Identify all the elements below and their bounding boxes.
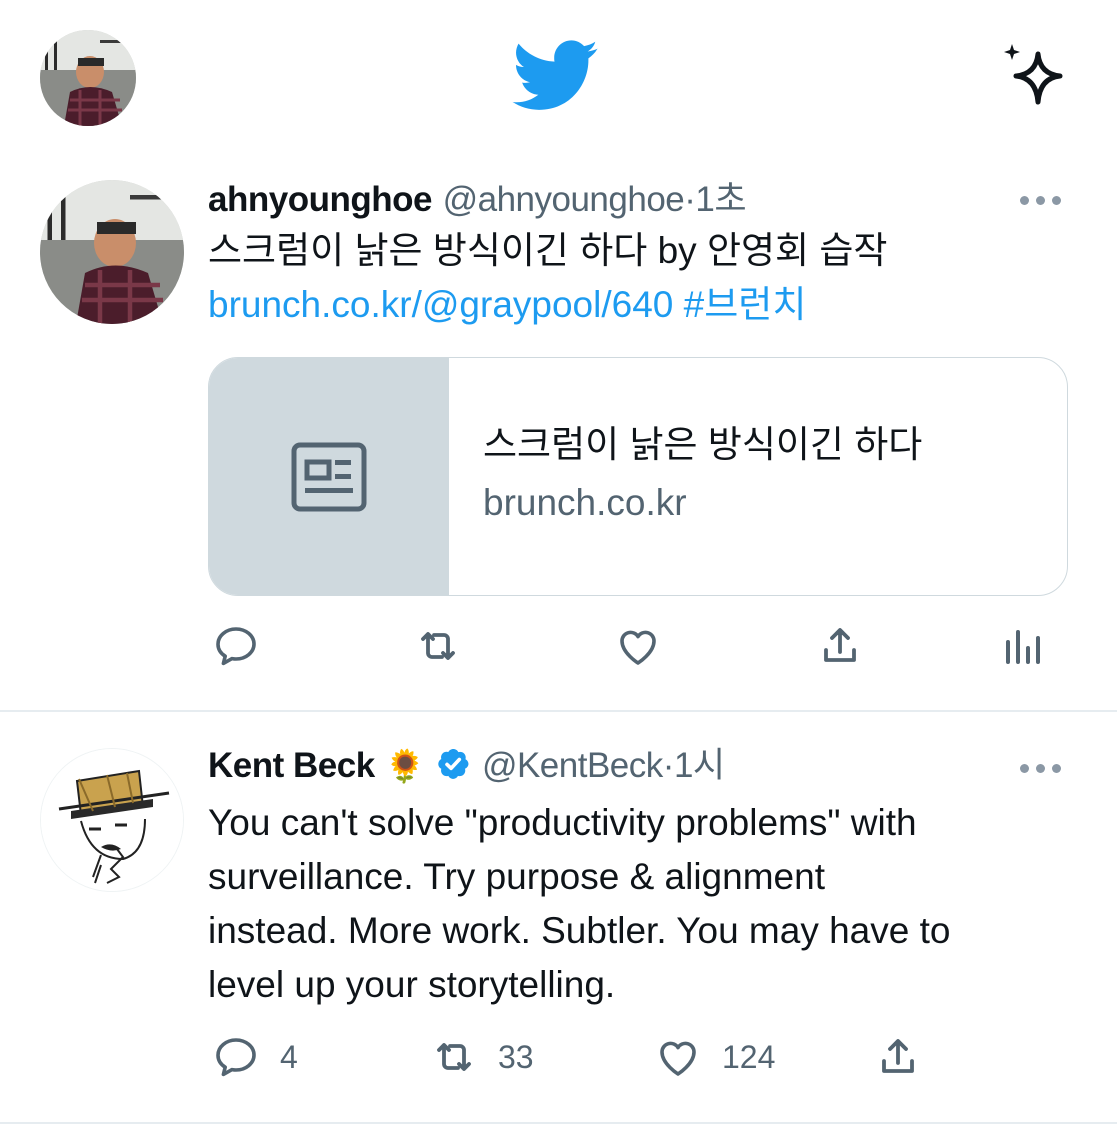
author-name[interactable]: Kent Beck bbox=[208, 746, 375, 785]
reply-count: 4 bbox=[280, 1038, 298, 1075]
tweet-text-line: 스크럼이 낡은 방식이긴 하다 by 안영회 습작 bbox=[208, 230, 888, 271]
share-button[interactable] bbox=[874, 1033, 922, 1081]
verified-badge-icon[interactable] bbox=[435, 746, 471, 782]
article-icon bbox=[291, 442, 367, 512]
like-button[interactable]: 124 bbox=[654, 1033, 775, 1081]
reply-button[interactable] bbox=[212, 622, 260, 670]
card-thumbnail bbox=[209, 358, 449, 595]
tweet-text-line: surveillance. Try purpose & alignment bbox=[208, 856, 825, 897]
analytics-button[interactable] bbox=[1000, 622, 1048, 670]
tweet-author-avatar[interactable] bbox=[40, 748, 184, 892]
author-handle[interactable]: @KentBeck bbox=[482, 746, 663, 785]
twitter-bird-icon[interactable] bbox=[512, 40, 600, 112]
like-button[interactable] bbox=[614, 622, 662, 670]
analytics-icon bbox=[1006, 630, 1040, 664]
tweet-text-line: level up your storytelling. bbox=[208, 964, 616, 1005]
tweet-divider bbox=[0, 710, 1117, 712]
tweet-text-line: You can't solve "productivity problems" … bbox=[208, 802, 917, 843]
share-button[interactable] bbox=[816, 622, 864, 670]
reply-button[interactable]: 4 bbox=[212, 1033, 298, 1081]
hashtag-link[interactable]: #브런치 bbox=[684, 284, 807, 325]
more-options-icon[interactable] bbox=[1020, 762, 1064, 774]
sparkle-icon[interactable] bbox=[998, 40, 1070, 112]
card-domain: brunch.co.kr bbox=[483, 482, 687, 523]
like-count: 124 bbox=[722, 1038, 776, 1075]
author-name[interactable]: ahnyounghoe bbox=[208, 180, 432, 219]
tweet-url-link[interactable]: brunch.co.kr/@graypool/640 bbox=[208, 284, 673, 325]
retweet-button[interactable] bbox=[414, 622, 462, 670]
more-options-icon[interactable] bbox=[1020, 194, 1064, 206]
tweet-time[interactable]: 1초 bbox=[695, 180, 746, 219]
tweet-links-line: brunch.co.kr/@graypool/640 #브런치 bbox=[208, 278, 806, 331]
tweet-divider bbox=[0, 1122, 1117, 1124]
tweet-time[interactable]: 1시 bbox=[674, 746, 725, 785]
sunflower-emoji: 🌻 bbox=[385, 747, 425, 785]
tweet-header: ahnyounghoe @ahnyounghoe·1초 bbox=[208, 178, 747, 222]
share-icon bbox=[824, 628, 856, 662]
separator-dot: · bbox=[684, 180, 696, 219]
tweet-text-line: instead. More work. Subtler. You may hav… bbox=[208, 910, 951, 951]
retweet-count: 33 bbox=[498, 1038, 534, 1075]
card-title: 스크럼이 낡은 방식이긴 하다 bbox=[483, 424, 923, 465]
reply-icon bbox=[216, 627, 256, 666]
separator-dot: · bbox=[662, 746, 675, 785]
link-preview-card[interactable]: 스크럼이 낡은 방식이긴 하다 brunch.co.kr bbox=[208, 357, 1068, 596]
share-icon bbox=[882, 1039, 914, 1073]
reply-icon bbox=[216, 1038, 256, 1077]
retweet-icon bbox=[437, 1043, 471, 1071]
author-handle[interactable]: @ahnyounghoe bbox=[443, 180, 685, 219]
heart-icon bbox=[660, 1041, 696, 1076]
retweet-icon bbox=[421, 632, 455, 660]
heart-icon bbox=[620, 630, 656, 665]
retweet-button[interactable]: 33 bbox=[430, 1033, 534, 1081]
header-avatar[interactable] bbox=[40, 30, 136, 126]
tweet-header: Kent Beck 🌻 @KentBeck·1시 bbox=[208, 744, 725, 788]
tweet-author-avatar[interactable] bbox=[40, 180, 184, 324]
